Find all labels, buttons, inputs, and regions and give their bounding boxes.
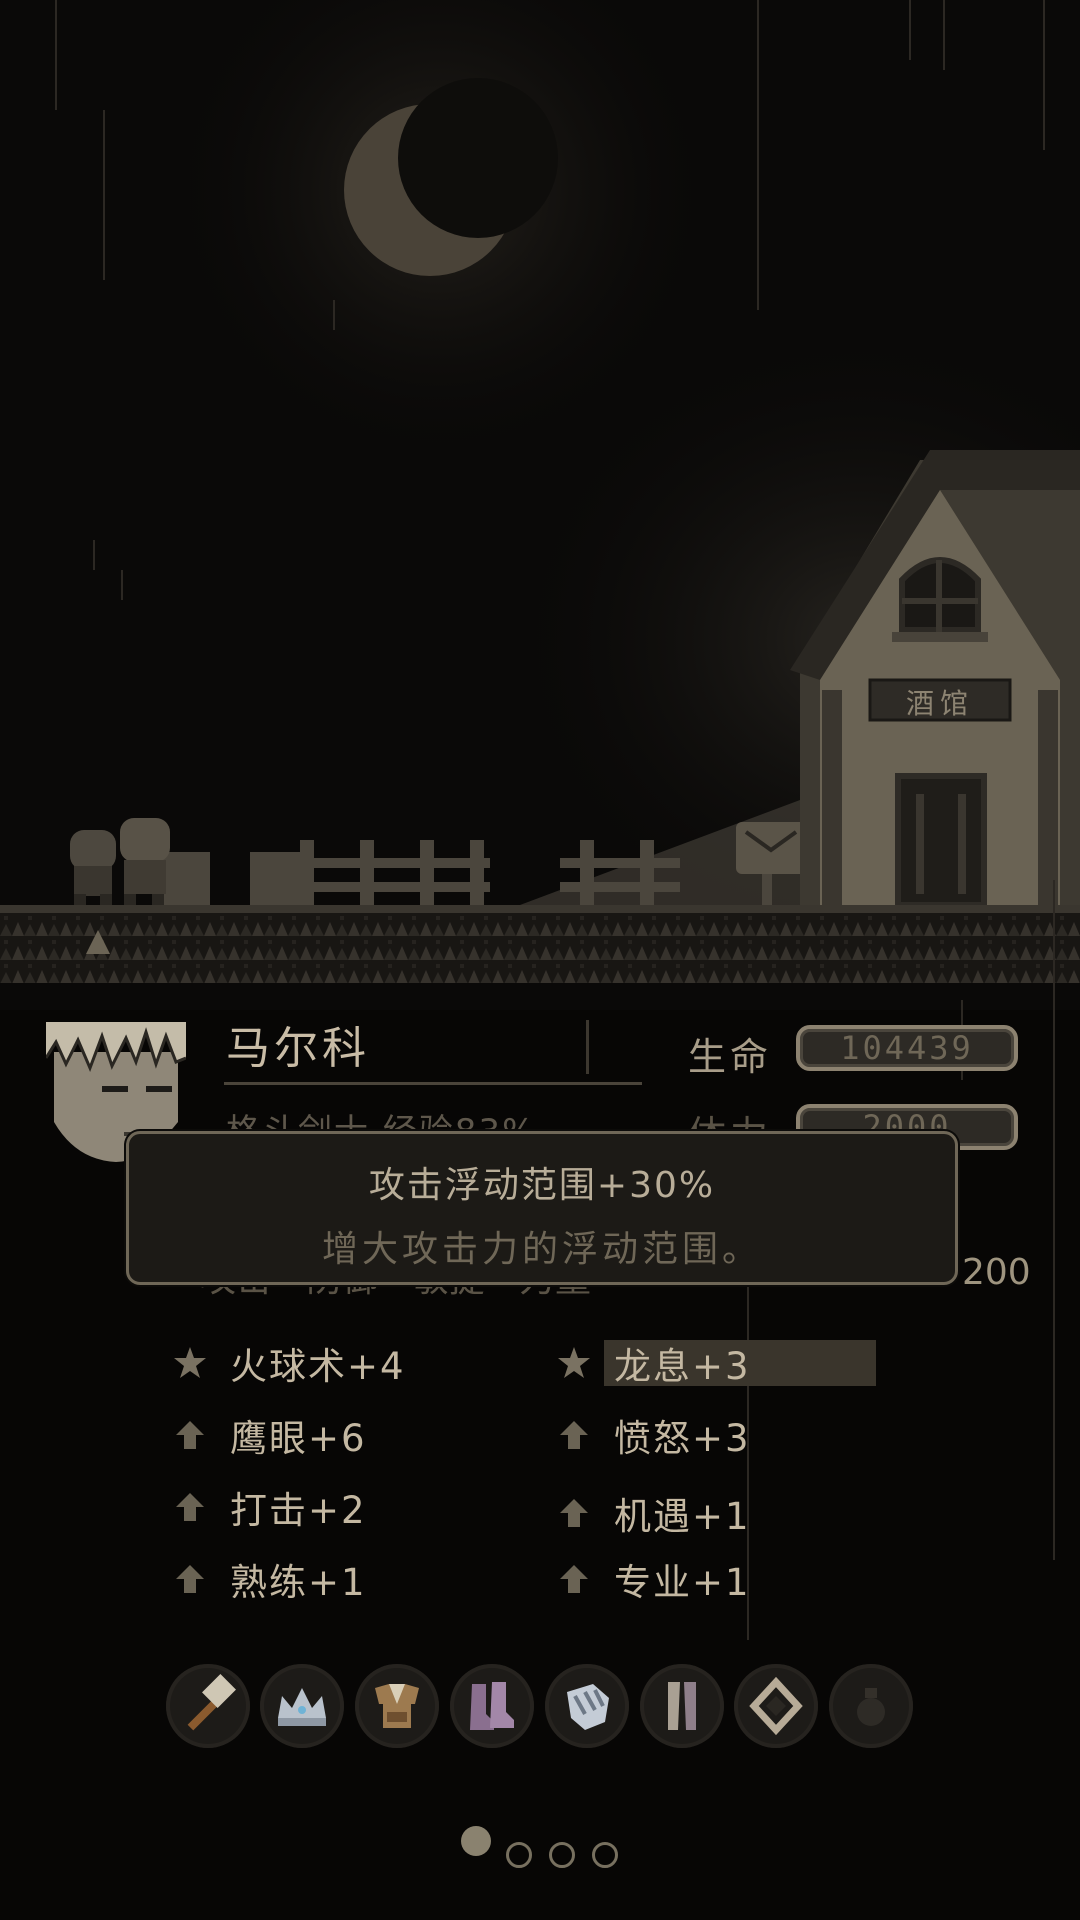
skill-label-highlight [612,1408,690,1462]
skill-item[interactable]: 愤怒+3 [556,1408,751,1462]
skill-label: 打击+2 [228,1480,367,1534]
skill-label: 龙息+3 [612,1336,751,1390]
skill-item[interactable]: 机遇+1 [556,1486,751,1540]
tavern-sign-text: 酒馆 [905,687,974,720]
skill-label-highlight [228,1552,306,1606]
up-arrow-icon [560,1421,588,1449]
up-arrow-icon [560,1499,588,1527]
equipment-slot-item[interactable] [829,1664,913,1748]
skill-label-highlight [612,1336,690,1390]
equipment-slot-legs[interactable] [640,1664,724,1748]
ring-icon [749,1676,803,1736]
equipment-slot-hands[interactable] [545,1664,629,1748]
equipment-slot-feet[interactable] [450,1664,534,1748]
crown-icon [278,1688,326,1726]
star-icon [174,1347,206,1378]
character-name: 马尔科 [226,1023,370,1074]
skill-label: 鹰眼+6 [228,1408,367,1462]
skill-item[interactable]: 火球术+4 [172,1336,406,1390]
armor-icon [375,1684,419,1728]
potion-icon [857,1688,885,1726]
skill-label-highlight [612,1486,729,1540]
skill-item[interactable]: 鹰眼+6 [172,1408,367,1462]
equipment-slot-body[interactable] [355,1664,439,1748]
page-dot-3[interactable] [549,1842,575,1868]
equipment-slot-head[interactable] [260,1664,344,1748]
skill-label-highlight [228,1480,267,1534]
skill-tooltip: 攻击浮动范围+30% 增大攻击力的浮动范围。 [126,1131,958,1285]
skill-label: 熟练+1 [228,1552,367,1606]
skill-item[interactable]: 专业+1 [556,1552,751,1606]
tooltip-description: 增大攻击力的浮动范围。 [321,1229,762,1270]
skill-label-highlight [228,1336,267,1390]
skill-label-highlight [612,1552,651,1606]
skill-label: 机遇+1 [612,1486,751,1540]
star-icon [558,1347,590,1378]
up-arrow-icon [560,1565,588,1593]
equipment-slot-accessory[interactable] [734,1664,818,1748]
gauntlet-icon [567,1684,609,1730]
up-arrow-icon [176,1565,204,1593]
life-value: 104439 [796,1025,1018,1071]
night-scene [0,0,1080,1010]
skill-label: 愤怒+3 [612,1408,751,1462]
life-label: 生命 [688,1035,773,1079]
skill-label: 火球术+4 [228,1336,406,1390]
hammer-icon [187,1674,236,1731]
equipment-slot-weapon[interactable] [166,1664,250,1748]
up-arrow-icon [176,1421,204,1449]
page-dot-4[interactable] [592,1842,618,1868]
skill-item[interactable]: 打击+2 [172,1480,367,1534]
boots-icon [470,1682,514,1730]
skill-label: 专业+1 [612,1552,751,1606]
name-divider [224,1082,642,1085]
skill-item[interactable]: 熟练+1 [172,1552,367,1606]
page-dot-2[interactable] [506,1842,532,1868]
leggings-icon [668,1682,696,1730]
skill-item[interactable]: 龙息+3 [556,1336,751,1390]
name-separator [586,1020,589,1074]
attribute-row-value: 200 [962,1252,1031,1293]
skill-label-highlight [228,1408,267,1462]
up-arrow-icon [176,1493,204,1521]
game-scene: 酒馆 [0,0,1080,1010]
tooltip-title: 攻击浮动范围+30% [368,1165,716,1206]
page-dot-1[interactable] [461,1826,491,1856]
